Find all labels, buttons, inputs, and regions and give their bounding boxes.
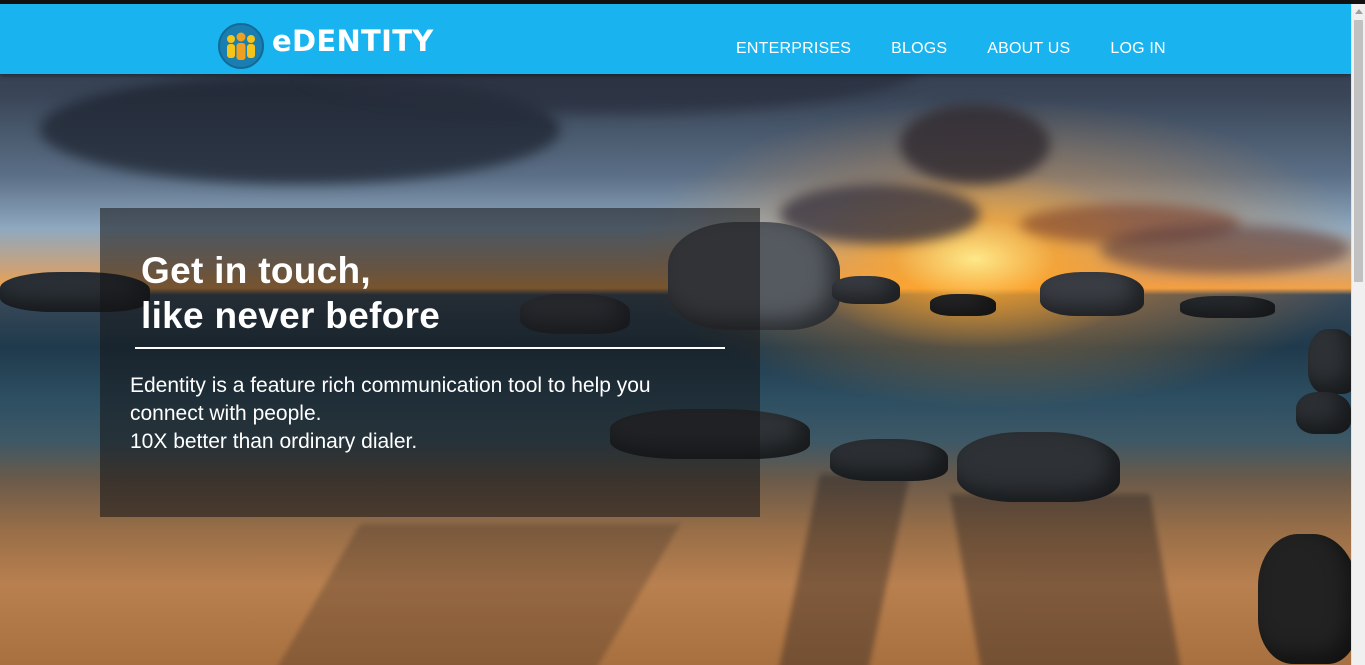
headline-divider <box>135 347 725 349</box>
scroll-thumb[interactable] <box>1354 20 1363 282</box>
nav-blogs[interactable]: BLOGS <box>891 40 947 58</box>
cloud <box>1100 224 1350 274</box>
boulder <box>1180 296 1275 318</box>
people-group-icon <box>218 23 264 69</box>
vertical-scrollbar[interactable] <box>1351 4 1365 665</box>
boulder <box>830 439 948 481</box>
top-navbar: eDENTITY ENTERPRISES BLOGS ABOUT US LOG … <box>0 4 1351 74</box>
boulder <box>957 432 1120 502</box>
brand-name: eDENTITY <box>272 24 434 58</box>
nav-enterprises[interactable]: ENTERPRISES <box>736 40 851 58</box>
brand-logo-link[interactable]: eDENTITY <box>218 23 434 69</box>
boulder <box>1040 272 1144 316</box>
hero-tagline-line-1: Edentity is a feature rich communication… <box>130 374 651 397</box>
nav-log-in[interactable]: LOG IN <box>1110 40 1165 58</box>
nav-about-us[interactable]: ABOUT US <box>987 40 1070 58</box>
boulder <box>1258 534 1351 664</box>
hero-tagline-line-3: 10X better than ordinary dialer. <box>130 430 418 453</box>
hero-headline-line-1: Get in touch, <box>141 250 372 291</box>
hero-headline: Get in touch, like never before <box>141 248 440 338</box>
main-nav: ENTERPRISES BLOGS ABOUT US LOG IN <box>736 40 1166 58</box>
hero-tagline-line-2: connect with people. <box>130 402 322 425</box>
boulder <box>1296 392 1351 434</box>
boulder <box>832 276 900 304</box>
rock-shadow <box>777 474 910 665</box>
people-group-icon-svg <box>227 32 255 60</box>
boulder <box>930 294 996 316</box>
rock-shadow <box>267 524 680 665</box>
rock-shadow <box>950 494 1184 665</box>
scroll-up-arrow-icon[interactable] <box>1355 9 1363 14</box>
hero-tagline: Edentity is a feature rich communication… <box>130 372 651 456</box>
hero-text-panel: Get in touch, like never before Edentity… <box>100 208 760 517</box>
hero-headline-line-2: like never before <box>141 295 441 336</box>
boulder <box>1308 329 1351 394</box>
cloud <box>900 104 1050 184</box>
